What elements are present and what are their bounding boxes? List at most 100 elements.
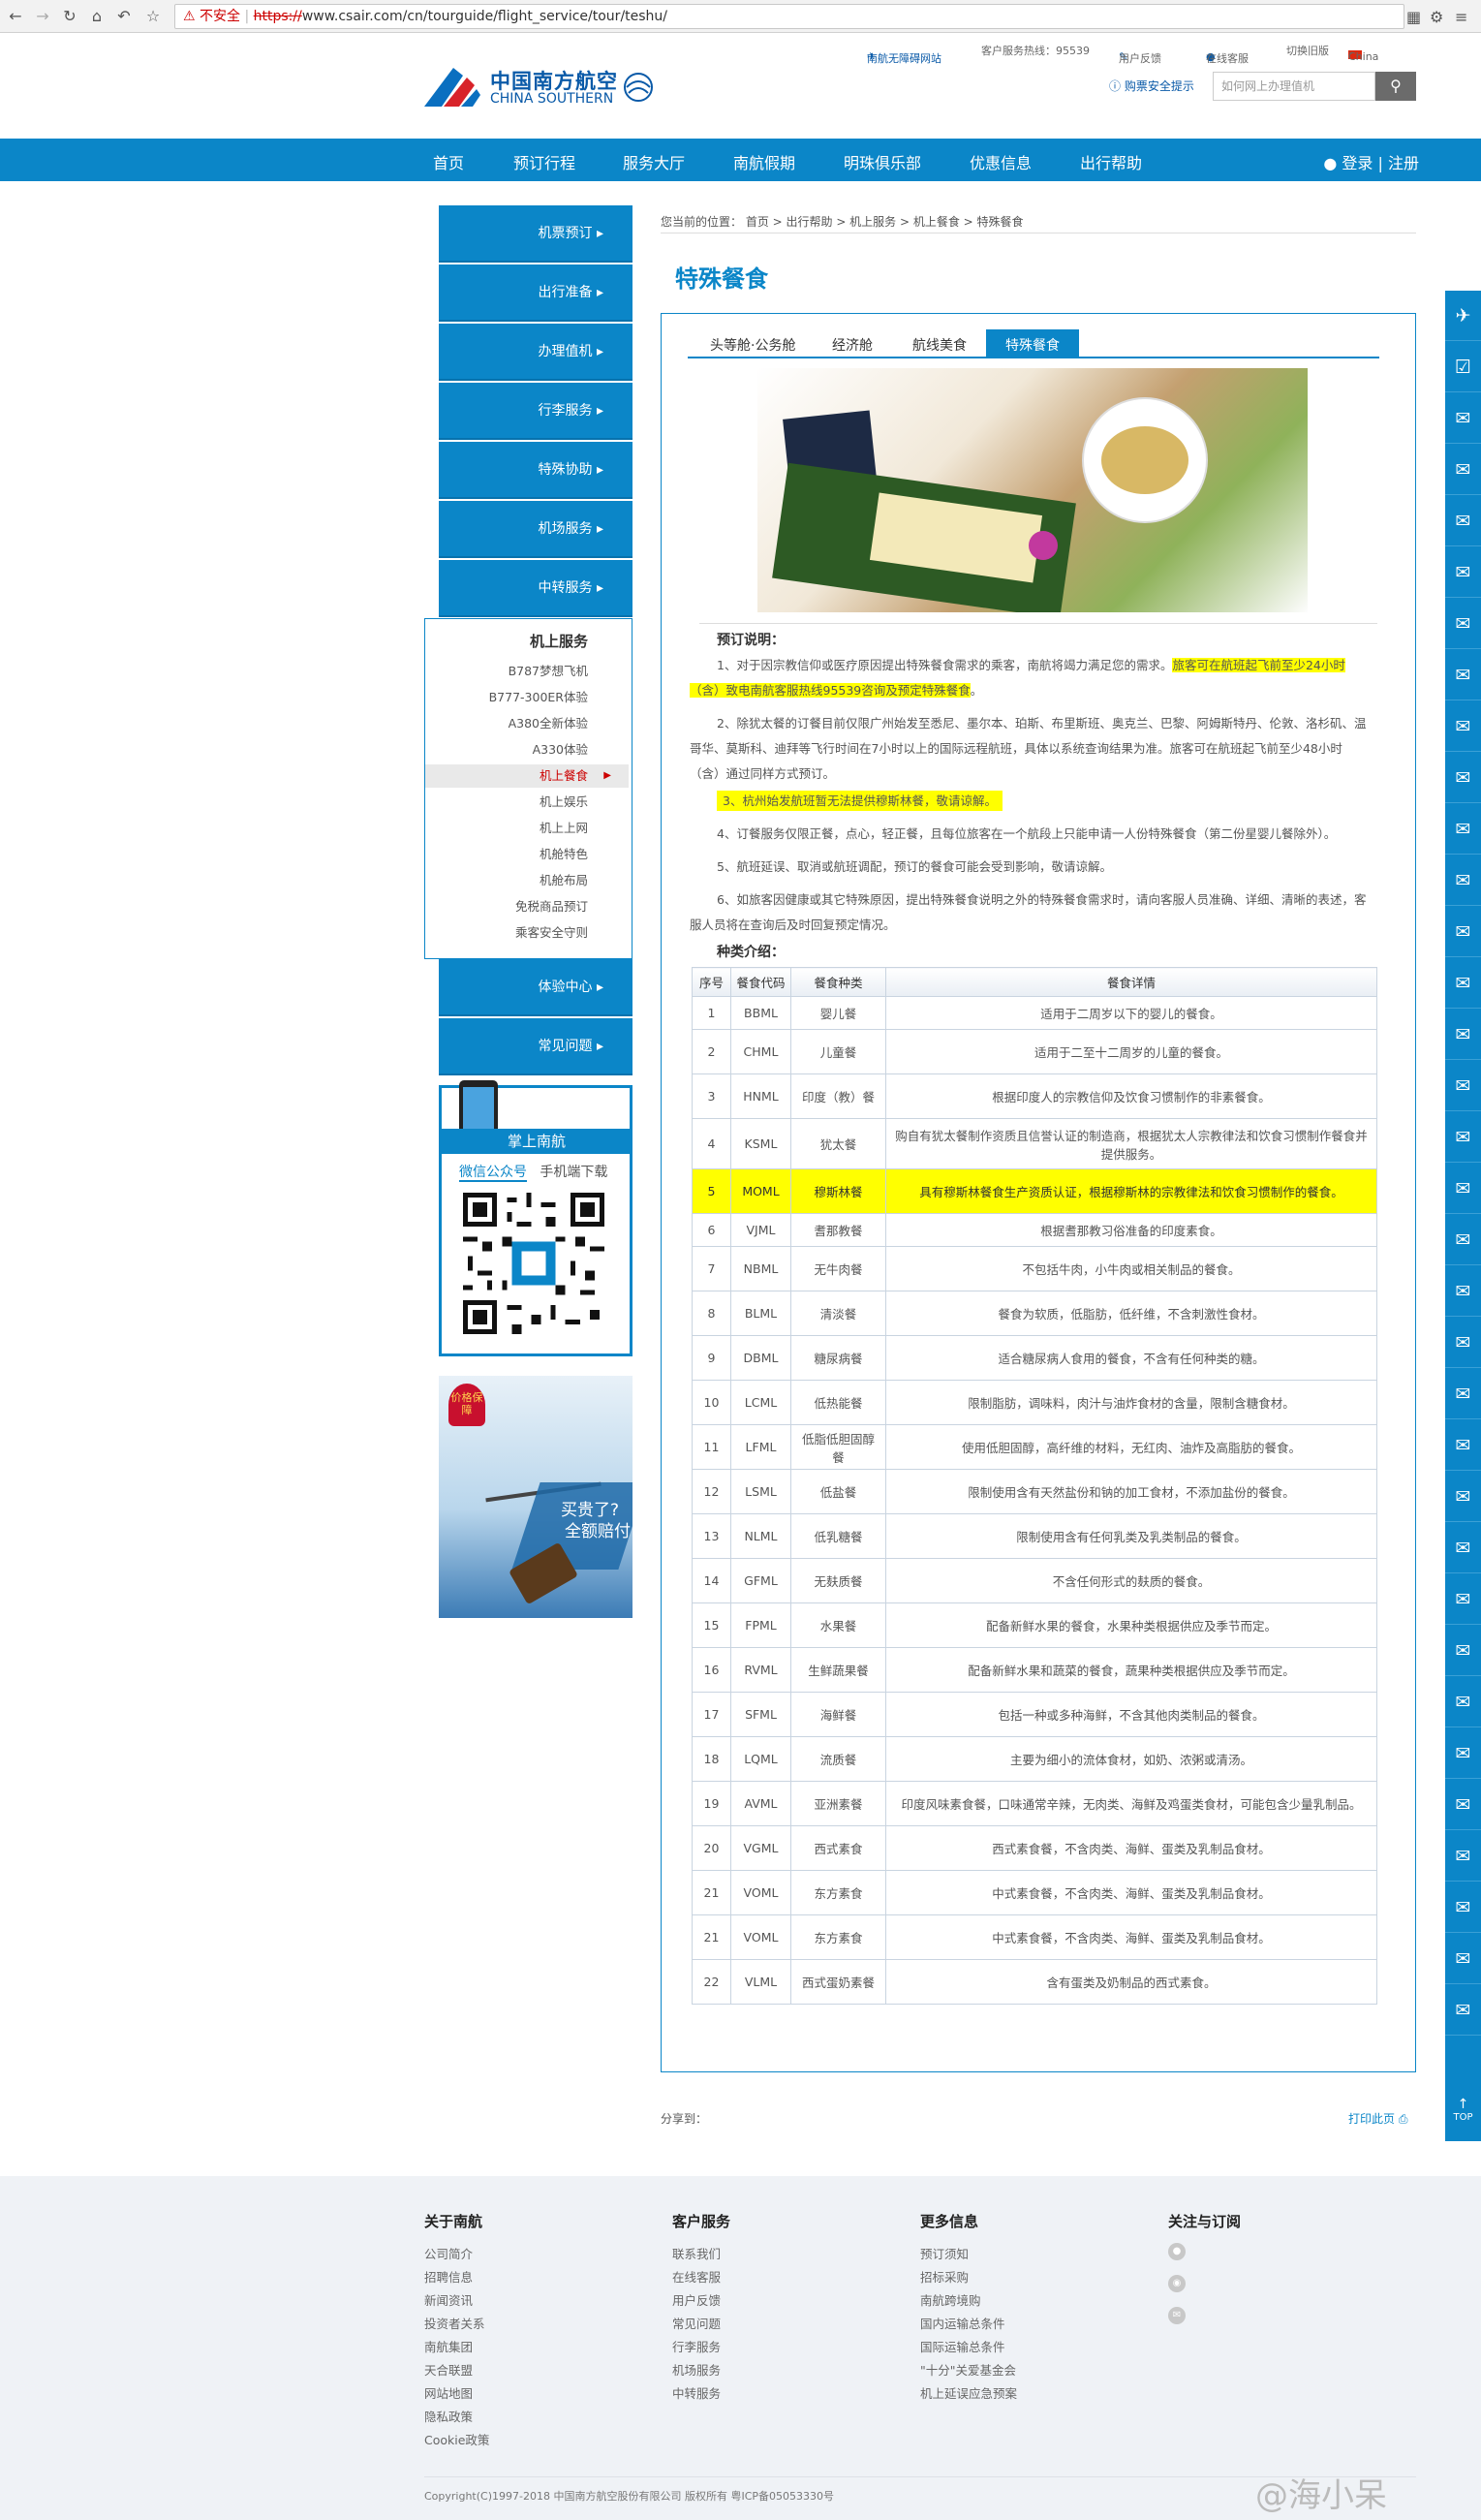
service-ticket-icon[interactable]: ✉: [1445, 701, 1481, 752]
service-ticket-icon[interactable]: ✉: [1445, 1574, 1481, 1625]
service-ticket-icon[interactable]: ✉: [1445, 1420, 1481, 1471]
nav-travel-help[interactable]: 出行帮助: [1080, 150, 1142, 173]
sidebar-special-assist[interactable]: 特殊协助 ▸: [439, 442, 633, 499]
submenu-item-cabin-features[interactable]: 机舱特色: [425, 843, 629, 866]
footer-link[interactable]: 投资者关系: [424, 2313, 489, 2336]
sidebar-travel-prep[interactable]: 出行准备 ▸: [439, 264, 633, 322]
old-version-link[interactable]: 切换旧版: [1286, 43, 1329, 58]
nav-offers[interactable]: 优惠信息: [970, 150, 1032, 173]
sidebar-ticket-booking[interactable]: 机票预订 ▸: [439, 205, 633, 263]
service-ticket-icon[interactable]: ✉: [1445, 1523, 1481, 1573]
service-ticket-icon[interactable]: ✉: [1445, 1882, 1481, 1933]
service-ticket-icon[interactable]: ✉: [1445, 1728, 1481, 1779]
service-ticket-icon[interactable]: ✉: [1445, 1318, 1481, 1368]
footer-link[interactable]: 在线客服: [672, 2266, 730, 2289]
submenu-item-inflight-meals[interactable]: 机上餐食 ▶: [425, 764, 629, 788]
service-ticket-icon[interactable]: ✉: [1445, 958, 1481, 1009]
bookmark-star-icon[interactable]: ☆: [143, 7, 163, 26]
service-ticket-icon[interactable]: ✉: [1445, 650, 1481, 700]
site-logo[interactable]: 中国南方航空 CHINA SOUTHERN: [424, 60, 662, 112]
footer-link[interactable]: 预订须知: [920, 2243, 1017, 2266]
service-ticket-icon[interactable]: ✉: [1445, 1985, 1481, 2036]
service-ticket-icon[interactable]: ✉: [1445, 1369, 1481, 1419]
service-ticket-icon[interactable]: ✉: [1445, 1934, 1481, 1984]
footer-link[interactable]: 国际运输总条件: [920, 2336, 1017, 2359]
footer-link[interactable]: 公司简介: [424, 2243, 489, 2266]
service-ticket-icon[interactable]: ✉: [1445, 1780, 1481, 1830]
service-ticket-icon[interactable]: ✉: [1445, 1266, 1481, 1317]
sidebar-transfer[interactable]: 中转服务 ▸: [439, 560, 633, 617]
service-ticket-icon[interactable]: ✉: [1445, 907, 1481, 957]
back-to-top-button[interactable]: ↑ TOP: [1445, 2091, 1481, 2141]
nav-home[interactable]: 首页: [433, 150, 464, 173]
service-ticket-icon[interactable]: ✉: [1445, 1112, 1481, 1163]
service-ticket-icon[interactable]: ✉: [1445, 1215, 1481, 1265]
address-bar[interactable]: ⚠ 不安全 | https://www.csair.com/cn/tourgui…: [174, 4, 1404, 29]
nav-holidays[interactable]: 南航假期: [733, 150, 795, 173]
footer-link[interactable]: 招聘信息: [424, 2266, 489, 2289]
footer-link[interactable]: 国内运输总条件: [920, 2313, 1017, 2336]
print-page-link[interactable]: 打印此页 ⎙: [1348, 2110, 1407, 2127]
submenu-item-duty-free[interactable]: 免税商品预订: [425, 895, 629, 918]
search-input[interactable]: 如何网上办理值机: [1213, 72, 1375, 101]
footer-link[interactable]: 南航跨境购: [920, 2289, 1017, 2313]
sidebar-experience-center[interactable]: 体验中心 ▸: [439, 959, 633, 1016]
footer-link[interactable]: 行李服务: [672, 2336, 730, 2359]
undo-icon[interactable]: ↶: [114, 7, 134, 26]
submenu-item-wifi[interactable]: 机上上网: [425, 817, 629, 840]
footer-link[interactable]: 机场服务: [672, 2359, 730, 2382]
footer-link[interactable]: 中转服务: [672, 2382, 730, 2406]
menu-icon[interactable]: ≡: [1455, 8, 1467, 26]
service-ticket-icon[interactable]: ✉: [1445, 1472, 1481, 1522]
service-ticket-icon[interactable]: ✉: [1445, 1061, 1481, 1111]
service-ticket-icon[interactable]: ✉: [1445, 445, 1481, 495]
service-ticket-icon[interactable]: ✉: [1445, 1831, 1481, 1882]
back-icon[interactable]: ←: [6, 7, 25, 26]
home-icon[interactable]: ⌂: [87, 7, 107, 26]
footer-link[interactable]: 隐私政策: [424, 2406, 489, 2429]
submenu-item-a330[interactable]: A330体验: [425, 738, 629, 762]
footer-link[interactable]: Cookie政策: [424, 2429, 489, 2452]
weibo-icon[interactable]: ◉: [1168, 2275, 1186, 2292]
footer-link[interactable]: 网站地图: [424, 2382, 489, 2406]
submenu-item-cabin-layout[interactable]: 机舱布局: [425, 869, 629, 892]
tab-app-download[interactable]: 手机端下载: [540, 1165, 607, 1180]
service-ticket-icon[interactable]: ✉: [1445, 856, 1481, 906]
wechat-icon[interactable]: ●: [1168, 2243, 1186, 2260]
forward-icon[interactable]: →: [33, 7, 52, 26]
sidebar-airport-service[interactable]: 机场服务 ▸: [439, 501, 633, 558]
login-register-link[interactable]: ● 登录 | 注册: [1323, 150, 1419, 173]
footer-link[interactable]: 用户反馈: [672, 2289, 730, 2313]
service-ticket-icon[interactable]: ✉: [1445, 1010, 1481, 1060]
flight-icon[interactable]: ✈: [1445, 291, 1481, 341]
sidebar-checkin[interactable]: 办理值机 ▸: [439, 324, 633, 381]
nav-service-hall[interactable]: 服务大厅: [623, 150, 685, 173]
reload-icon[interactable]: ↻: [60, 7, 79, 26]
footer-link[interactable]: 机上延误应急预案: [920, 2382, 1017, 2406]
footer-link[interactable]: 新闻资讯: [424, 2289, 489, 2313]
tab-first-business[interactable]: 头等舱·公务舱: [710, 335, 795, 355]
service-ticket-icon[interactable]: ✉: [1445, 393, 1481, 444]
footer-link[interactable]: 招标采购: [920, 2266, 1017, 2289]
sidebar-faq[interactable]: 常见问题 ▸: [439, 1018, 633, 1075]
footer-link[interactable]: 南航集团: [424, 2336, 489, 2359]
service-ticket-icon[interactable]: ✉: [1445, 753, 1481, 803]
search-icon[interactable]: ⚲: [1375, 72, 1416, 101]
submenu-item-entertainment[interactable]: 机上娱乐: [425, 791, 629, 814]
submenu-item-safety-rules[interactable]: 乘客安全守则: [425, 921, 629, 945]
submenu-item-a380[interactable]: A380全新体验: [425, 712, 629, 735]
nav-booking[interactable]: 预订行程: [513, 150, 575, 173]
service-ticket-icon[interactable]: ✉: [1445, 496, 1481, 546]
price-guarantee-banner[interactable]: 价格保障 买贵了? 全额赔付: [439, 1376, 633, 1618]
service-ticket-icon[interactable]: ✉: [1445, 1677, 1481, 1727]
tab-special-meals[interactable]: 特殊餐食: [986, 329, 1079, 358]
service-ticket-icon[interactable]: ✉: [1445, 1626, 1481, 1676]
submenu-item-b787[interactable]: B787梦想飞机: [425, 660, 629, 683]
ticket-safety-link[interactable]: ⓘ 购票安全提示: [1109, 78, 1194, 94]
qr-icon[interactable]: ▦: [1406, 8, 1421, 26]
footer-link[interactable]: "十分"关爱基金会: [920, 2359, 1017, 2382]
service-ticket-icon[interactable]: ✉: [1445, 599, 1481, 649]
service-ticket-icon[interactable]: ✉: [1445, 547, 1481, 598]
footer-link[interactable]: 天合联盟: [424, 2359, 489, 2382]
tab-route-cuisine[interactable]: 航线美食: [912, 335, 967, 355]
